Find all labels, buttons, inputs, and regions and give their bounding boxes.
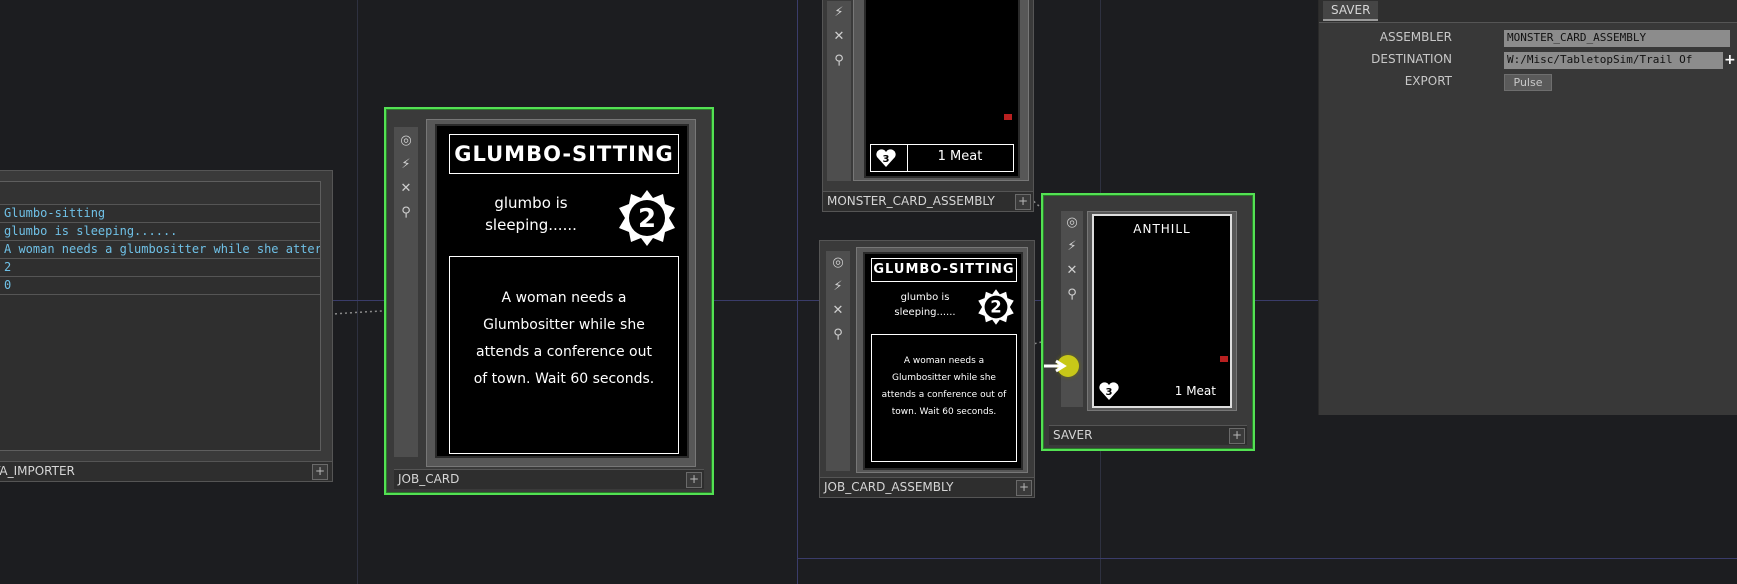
export-label: EXPORT xyxy=(1404,74,1452,88)
viewer-icon[interactable]: ◎ xyxy=(1064,215,1080,231)
bypass-icon[interactable]: ⚡ xyxy=(398,157,414,173)
job-card-assembly-node[interactable]: ◎ ⚡ ✕ ⚲ GLUMBO-SITTING glumbo is sleepin… xyxy=(819,240,1035,498)
card-viewer: GLUMBO-SITTING glumbo is sleeping...... … xyxy=(856,247,1028,473)
card-badge: 2 xyxy=(638,204,656,234)
destination-label: DESTINATION xyxy=(1371,52,1452,66)
node-footer: MONSTER_CARD_ASSEMBLY + xyxy=(823,191,1033,211)
close-icon[interactable]: ✕ xyxy=(830,303,846,319)
saver-node[interactable]: ◎ ⚡ ✕ ⚲ ANTHILL 3 1 Meat SAVER + xyxy=(1041,193,1255,451)
table-row: 0 xyxy=(0,277,320,295)
card-body: A woman needs a Glumbositter while she a… xyxy=(449,256,679,454)
plus-icon[interactable]: + xyxy=(1016,480,1032,496)
tab-saver[interactable]: SAVER xyxy=(1323,1,1379,21)
viewer-icon[interactable]: ◎ xyxy=(830,255,846,271)
job-card-node[interactable]: ◎ ⚡ ✕ ⚲ GLUMBO-SITTING glumbo is sleepin… xyxy=(384,107,714,495)
node-toolbar: ◎ ⚡ ✕ ⚲ xyxy=(394,127,419,457)
gear-badge-icon: 2 xyxy=(978,289,1014,325)
lock-icon[interactable]: ⚲ xyxy=(1064,287,1080,303)
card-badge: 3 xyxy=(1106,387,1113,398)
node-label[interactable]: JOB_CARD_ASSEMBLY xyxy=(824,478,953,496)
node-label[interactable]: SAVER xyxy=(1053,426,1092,444)
node-footer: JOB_CARD_ASSEMBLY + xyxy=(820,477,1034,497)
card-badge: 2 xyxy=(990,298,1001,317)
card-body: A woman needs a Glumbositter while she a… xyxy=(871,334,1017,462)
viewer-icon[interactable]: ◎ xyxy=(398,133,414,149)
plus-icon[interactable]: + xyxy=(686,472,702,488)
card-stat-marker xyxy=(1004,114,1012,120)
job-card: GLUMBO-SITTING glumbo is sleeping...... … xyxy=(435,124,689,458)
table-row: Glumbo-sitting xyxy=(0,205,320,223)
job-card: GLUMBO-SITTING glumbo is sleeping...... … xyxy=(863,252,1023,470)
data-importer-node[interactable]: Glumbo-sitting glumbo is sleeping...... … xyxy=(0,170,333,482)
lock-icon[interactable]: ⚲ xyxy=(830,327,846,343)
bypass-icon[interactable]: ⚡ xyxy=(831,5,847,21)
close-icon[interactable]: ✕ xyxy=(1064,263,1080,279)
monster-card: 3 1 Meat xyxy=(864,0,1020,178)
node-footer: SAVER + xyxy=(1049,425,1247,445)
node-label[interactable]: JOB_CARD xyxy=(398,470,459,488)
lock-icon[interactable]: ⚲ xyxy=(398,205,414,221)
monster-card-assembly-node[interactable]: ⚡ ✕ ⚲ 3 1 Meat MONSTER_CARD_ASSEMBLY + xyxy=(822,0,1034,212)
gear-badge-icon: 2 xyxy=(619,190,675,246)
bypass-icon[interactable]: ⚡ xyxy=(830,279,846,295)
plus-icon[interactable]: + xyxy=(1724,52,1737,69)
card-viewer: GLUMBO-SITTING glumbo is sleeping...... … xyxy=(426,119,696,467)
table-row: A woman needs a glumbositter while she a… xyxy=(0,241,320,259)
card-badge: 3 xyxy=(883,154,890,165)
card-subtitle: glumbo is sleeping...... xyxy=(894,292,956,318)
card-meat: 1 Meat xyxy=(937,149,983,164)
bypass-icon[interactable]: ⚡ xyxy=(1064,239,1080,255)
table-row: glumbo is sleeping...... xyxy=(0,223,320,241)
node-label[interactable]: MONSTER_CARD_ASSEMBLY xyxy=(827,192,995,210)
parameter-panel: SAVER ASSEMBLER MONSTER_CARD_ASSEMBLY DE… xyxy=(1318,0,1737,415)
table-row: 2 xyxy=(0,259,320,277)
assembler-field[interactable]: MONSTER_CARD_ASSEMBLY xyxy=(1504,30,1730,47)
node-toolbar: ⚡ ✕ ⚲ xyxy=(827,1,852,181)
heart-icon: 3 xyxy=(1099,382,1119,400)
card-viewer: ANTHILL 3 1 Meat xyxy=(1087,211,1237,411)
card-title: ANTHILL xyxy=(1133,222,1191,236)
table-header xyxy=(0,182,320,205)
node-footer: TA_IMPORTER + xyxy=(0,461,332,481)
heart-icon: 3 xyxy=(876,149,896,167)
node-toolbar: ◎ ⚡ ✕ ⚲ xyxy=(826,251,851,471)
pulse-button[interactable]: Pulse xyxy=(1504,74,1552,91)
card-stat-marker xyxy=(1220,356,1228,362)
plus-icon[interactable]: + xyxy=(312,464,328,480)
close-icon[interactable]: ✕ xyxy=(831,29,847,45)
card-title: GLUMBO-SITTING xyxy=(871,258,1017,282)
card-subtitle: glumbo is sleeping...... xyxy=(485,194,577,234)
arrow-right-icon xyxy=(1044,359,1067,373)
card-viewer: 3 1 Meat xyxy=(853,0,1029,181)
destination-field[interactable]: W:/Misc/TabletopSim/Trail Of xyxy=(1504,52,1723,69)
node-toolbar: ◎ ⚡ ✕ ⚲ xyxy=(1061,211,1084,407)
card-meat: 1 Meat xyxy=(1174,384,1216,398)
lock-icon[interactable]: ⚲ xyxy=(831,53,847,69)
table-viewer: Glumbo-sitting glumbo is sleeping...... … xyxy=(0,181,321,451)
assembler-label: ASSEMBLER xyxy=(1379,30,1452,44)
node-label[interactable]: TA_IMPORTER xyxy=(0,462,75,480)
monster-card: ANTHILL 3 1 Meat xyxy=(1092,214,1232,408)
close-icon[interactable]: ✕ xyxy=(398,181,414,197)
panel-header: SAVER xyxy=(1319,0,1737,23)
plus-icon[interactable]: + xyxy=(1015,194,1031,210)
node-footer: JOB_CARD + xyxy=(394,469,704,489)
card-footer: 3 1 Meat xyxy=(870,144,1014,172)
card-title: GLUMBO-SITTING xyxy=(449,134,679,174)
plus-icon[interactable]: + xyxy=(1229,428,1245,444)
